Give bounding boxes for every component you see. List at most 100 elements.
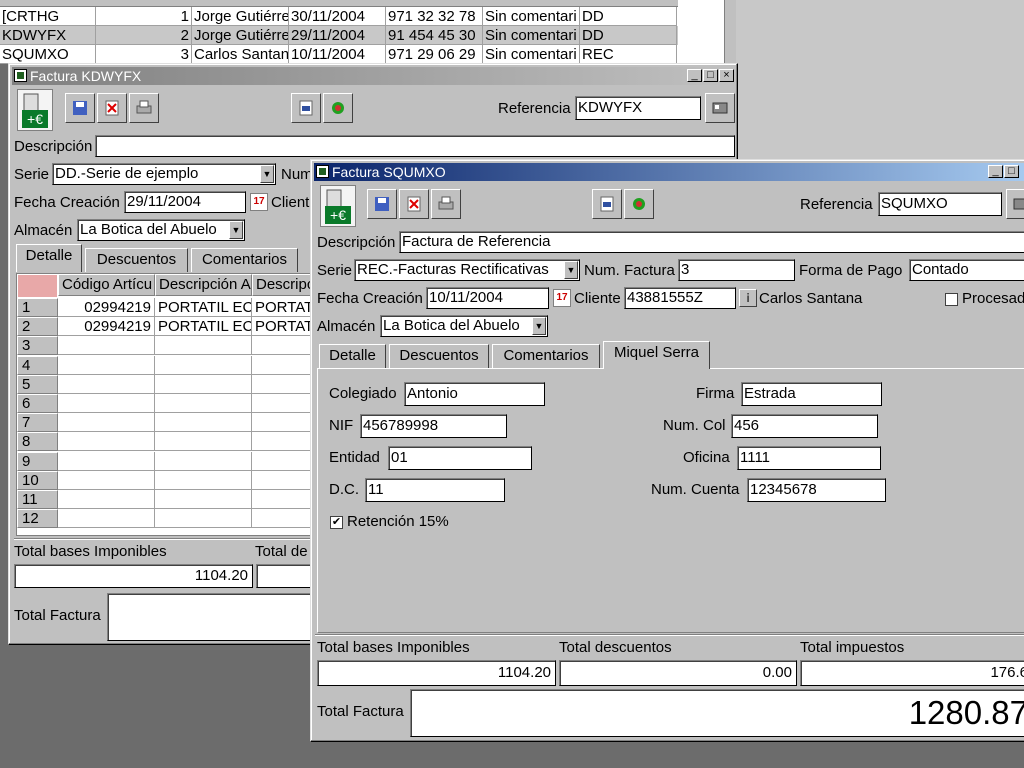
process-button[interactable]: [624, 189, 654, 219]
grid-row-number[interactable]: 5: [17, 374, 58, 394]
referencia-lookup-button[interactable]: [705, 93, 735, 123]
serie-select[interactable]: REC.-Facturas Rectificativas ▼: [354, 259, 580, 281]
oficina-field[interactable]: 1111: [737, 446, 881, 470]
grid-cell-desc2[interactable]: [252, 432, 315, 452]
tab-descuentos[interactable]: Descuentos: [389, 344, 489, 368]
chevron-down-icon[interactable]: ▼: [564, 261, 578, 279]
window-titlebar[interactable]: Factura SQUMXO _ □: [314, 163, 1024, 181]
procesada-checkbox[interactable]: [945, 293, 958, 306]
grid-row-number[interactable]: 12: [17, 509, 58, 529]
dc-field[interactable]: 11: [365, 478, 505, 502]
list-row[interactable]: KDWYFX 2 Jorge Gutiérre 29/11/2004 91 454 45…: [0, 26, 678, 45]
grid-cell-codigo[interactable]: [58, 451, 155, 471]
nif-field[interactable]: 456789998: [360, 414, 507, 438]
grid-cell-codigo[interactable]: [58, 394, 155, 413]
grid-cell-desc1[interactable]: [155, 470, 252, 490]
tab-descuentos[interactable]: Descuentos: [85, 248, 188, 272]
grid-cell-desc1[interactable]: [155, 394, 252, 413]
referencia-field[interactable]: SQUMXO: [878, 192, 1002, 216]
export-button[interactable]: [592, 189, 622, 219]
fecha-field[interactable]: 29/11/2004: [124, 191, 246, 213]
referencia-lookup-button[interactable]: [1006, 189, 1024, 219]
list-row[interactable]: SQUMXO 3 Carlos Santan 10/11/2004 971 29 06 …: [0, 45, 678, 64]
descripcion-field[interactable]: [95, 135, 735, 157]
grid-cell-codigo[interactable]: [58, 470, 155, 490]
minimize-button[interactable]: _: [988, 165, 1003, 178]
process-button[interactable]: [323, 93, 353, 123]
descripcion-field[interactable]: Factura de Referencia: [399, 231, 1024, 253]
calendar-icon[interactable]: 17: [553, 289, 571, 307]
tab-detalle[interactable]: Detalle: [319, 344, 386, 368]
detalle-grid[interactable]: Código Artícu Descripción A Descripc 1 02…: [16, 273, 316, 536]
tab-comentarios[interactable]: Comentarios: [191, 248, 298, 272]
grid-cell-codigo[interactable]: [58, 509, 155, 529]
print-button[interactable]: [431, 189, 461, 219]
grid-cell-desc1[interactable]: [155, 509, 252, 529]
chevron-down-icon[interactable]: ▼: [260, 165, 274, 183]
close-button[interactable]: ×: [719, 69, 734, 82]
delete-button[interactable]: [97, 93, 127, 123]
grid-cell-codigo[interactable]: [58, 336, 155, 356]
tab-detalle[interactable]: Detalle: [16, 244, 82, 272]
chevron-down-icon[interactable]: ▼: [229, 221, 243, 239]
tab-miquel-serra[interactable]: Miquel Serra: [603, 341, 710, 369]
grid-cell-codigo[interactable]: 02994219: [58, 298, 155, 317]
list-row[interactable]: [CRTHG 1 Jorge Gutiérre 30/11/2004 971 32 32…: [0, 7, 678, 26]
grid-row-number[interactable]: 7: [17, 413, 58, 433]
cliente-lookup-icon[interactable]: ⅰ: [739, 289, 757, 307]
almacen-select[interactable]: La Botica del Abuelo ▼: [380, 315, 548, 337]
colegiado-field[interactable]: Antonio: [404, 382, 545, 406]
tab-comentarios[interactable]: Comentarios: [492, 344, 600, 368]
grid-row-number[interactable]: 3: [17, 336, 58, 356]
grid-row-number[interactable]: 10: [17, 470, 58, 490]
grid-cell-codigo[interactable]: [58, 355, 155, 375]
grid-cell-desc2[interactable]: [252, 356, 315, 375]
almacen-select[interactable]: La Botica del Abuelo ▼: [77, 219, 245, 241]
grid-header-codigo[interactable]: Código Artícu: [58, 274, 155, 296]
grid-cell-codigo[interactable]: 02994219: [58, 317, 155, 337]
grid-row-number[interactable]: 11: [17, 490, 58, 509]
grid-cell-desc1[interactable]: [155, 355, 252, 375]
grid-cell-codigo[interactable]: [58, 413, 155, 433]
grid-cell-desc2[interactable]: [252, 394, 315, 413]
grid-row-number[interactable]: 4: [17, 355, 58, 375]
grid-cell-desc2[interactable]: [252, 336, 315, 356]
maximize-button[interactable]: □: [703, 69, 718, 82]
background-list-scrollbar[interactable]: [724, 0, 736, 64]
grid-cell-codigo[interactable]: [58, 432, 155, 452]
grid-cell-desc1[interactable]: [155, 374, 252, 394]
grid-cell-desc2[interactable]: [252, 471, 315, 490]
grid-cell-desc1[interactable]: PORTATIL EC: [155, 317, 252, 337]
grid-header-descripcion[interactable]: Descripción A: [155, 274, 252, 296]
retencion-checkbox[interactable]: ✔: [330, 516, 343, 529]
serie-select[interactable]: DD.-Serie de ejemplo ▼: [52, 163, 276, 185]
grid-cell-desc1[interactable]: [155, 413, 252, 433]
grid-row-number[interactable]: 1: [17, 298, 58, 317]
window-titlebar[interactable]: Factura KDWYFX _ □ ×: [12, 67, 734, 85]
grid-cell-desc1[interactable]: [155, 432, 252, 452]
delete-button[interactable]: [399, 189, 429, 219]
cliente-field[interactable]: 43881555Z: [624, 287, 736, 309]
grid-header-descripcion-2[interactable]: Descripc: [252, 274, 315, 296]
num-col-field[interactable]: 456: [731, 414, 878, 438]
firma-field[interactable]: Estrada: [741, 382, 882, 406]
grid-row-number[interactable]: 8: [17, 432, 58, 452]
maximize-button[interactable]: □: [1004, 165, 1019, 178]
grid-cell-desc1[interactable]: [155, 451, 252, 471]
grid-row-number[interactable]: 2: [17, 317, 58, 337]
grid-cell-codigo[interactable]: [58, 490, 155, 509]
grid-cell-desc1[interactable]: PORTATIL EC: [155, 298, 252, 317]
grid-cell-desc2[interactable]: [252, 452, 315, 471]
grid-cell-codigo[interactable]: [58, 374, 155, 394]
grid-cell-desc1[interactable]: [155, 336, 252, 356]
grid-cell-desc2[interactable]: [252, 413, 315, 433]
grid-row-number[interactable]: 9: [17, 451, 58, 471]
save-button[interactable]: [367, 189, 397, 219]
grid-cell-desc2[interactable]: PORTAT: [252, 317, 315, 337]
fecha-field[interactable]: 10/11/2004: [426, 287, 549, 309]
grid-cell-desc2[interactable]: PORTAT: [252, 298, 315, 317]
grid-cell-desc2[interactable]: [252, 490, 315, 509]
export-button[interactable]: [291, 93, 321, 123]
forma-pago-field[interactable]: Contado: [909, 259, 1024, 281]
grid-cell-desc1[interactable]: [155, 490, 252, 509]
